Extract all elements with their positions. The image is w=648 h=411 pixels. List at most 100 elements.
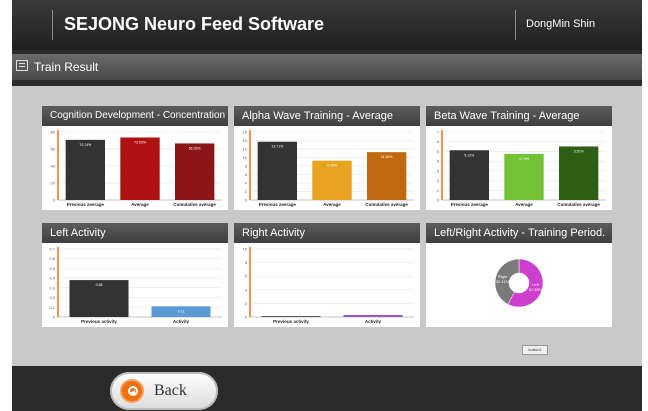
data-label: 9.25% — [327, 164, 337, 168]
x-tick-label: Previous average — [67, 202, 105, 207]
data-label: 66.53% — [189, 146, 201, 150]
y-tick-label: 60 — [51, 147, 56, 152]
bar — [366, 152, 407, 200]
x-tick-label: Average — [515, 202, 533, 207]
subheader-bar: Train Result — [12, 54, 642, 80]
y-tick-label: 8 — [245, 164, 248, 169]
bar — [343, 314, 403, 317]
chart-panel-beta: Beta Wave Training - Average 0 1 2 3 4 5 6 7 5.1… — [426, 106, 612, 210]
x-tick-label: Previous activity — [81, 319, 117, 324]
data-label: 5.12% — [464, 153, 474, 157]
chart-title: Left/Right Activity - Training Period. — [426, 223, 612, 243]
small-button[interactable]: button1 — [522, 345, 548, 355]
result-icon — [16, 60, 28, 71]
beta-wave-chart: 0 1 2 3 4 5 6 7 5.12% Previous average 4.74% Averag… — [437, 130, 606, 207]
y-tick-label: 0 — [245, 198, 248, 203]
x-tick-label: Previous average — [451, 202, 489, 207]
app-header: SEJONG Neuro Feed Software DongMin Shin — [12, 0, 642, 50]
data-label: 11.26% — [381, 155, 393, 159]
left-right-pie-chart: Left57.59%Right42.41% — [494, 258, 544, 308]
x-tick-label: Cumulative average — [365, 202, 408, 207]
chart-panel-right-activity: Right Activity 0 2 4 6 8 10 Previous activity A… — [234, 223, 420, 327]
y-tick-label: 2 — [437, 178, 440, 183]
chart-title: Beta Wave Training - Average — [426, 106, 612, 126]
results-area: Cognition Development - Concentration 0 2… — [12, 86, 642, 366]
left-activity-chart: 0 0.1 0.2 0.3 0.4 0.5 0.6 0.7 0.38 Previous activ… — [49, 247, 222, 324]
y-tick-label: 8 — [245, 260, 248, 265]
chart-panel-left-right: Left/Right Activity - Training Period. L… — [426, 223, 612, 327]
chart-title: Right Activity — [234, 223, 420, 243]
data-label: 73.53% — [134, 140, 146, 144]
x-tick-label: Cumulative average — [173, 202, 216, 207]
x-tick-label: Average — [323, 202, 341, 207]
header-divider — [515, 10, 516, 40]
x-tick-label: Activity — [173, 319, 190, 324]
y-tick-label: 0.7 — [49, 247, 55, 252]
y-tick-label: 1 — [437, 188, 440, 193]
y-tick-label: 2 — [245, 189, 248, 194]
y-tick-label: 0.3 — [49, 285, 55, 290]
bar — [257, 141, 298, 200]
bar — [449, 150, 490, 200]
bar — [174, 143, 215, 200]
slice-value: 57.59% — [529, 287, 543, 292]
y-tick-label: 0.5 — [49, 266, 55, 271]
y-tick-label: 0 — [53, 315, 56, 320]
data-label: 70.74% — [79, 143, 91, 147]
bar — [65, 139, 106, 200]
y-tick-label: 0.1 — [49, 305, 55, 310]
bar — [120, 137, 160, 200]
y-tick-label: 4 — [245, 287, 248, 292]
header-divider — [52, 10, 53, 40]
y-tick-label: 12 — [243, 147, 248, 152]
data-label: 4.74% — [519, 157, 529, 161]
y-tick-label: 4 — [437, 159, 440, 164]
app-window: SEJONG Neuro Feed Software DongMin Shin … — [12, 0, 642, 411]
page-title: Train Result — [34, 60, 99, 74]
y-tick-label: 0.2 — [49, 295, 55, 300]
chart-panel-left-activity: Left Activity 0 0.1 0.2 0.3 0.4 0.5 0.6 0.7 0.38… — [42, 223, 228, 327]
data-label: 0.11 — [178, 309, 185, 313]
chart-title: Cognition Development - Concentration — [42, 106, 228, 126]
y-tick-label: 40 — [51, 164, 56, 169]
alpha-wave-chart: 0 2 4 6 8 10 12 14 16 13.71% Previous average 9.25%… — [243, 130, 414, 207]
y-tick-label: 10 — [243, 247, 248, 252]
chart-title: Alpha Wave Training - Average — [234, 106, 420, 126]
x-tick-label: Cumulative average — [557, 202, 600, 207]
y-tick-label: 20 — [51, 181, 56, 186]
chart-panel-concentration: Cognition Development - Concentration 0 2… — [42, 106, 228, 210]
back-button[interactable]: Back — [110, 372, 218, 410]
concentration-chart: 0 20 40 60 80 70.74% Previous average 73.53% Ave… — [51, 130, 222, 207]
x-tick-label: Previous activity — [273, 319, 309, 324]
data-label: 0.38 — [96, 283, 103, 287]
chart-panel-alpha: Alpha Wave Training - Average 0 2 4 6 8 10 12 1… — [234, 106, 420, 210]
y-tick-label: 5 — [437, 149, 440, 154]
app-title: SEJONG Neuro Feed Software — [64, 14, 325, 34]
y-tick-label: 0 — [53, 198, 56, 203]
user-name[interactable]: DongMin Shin — [526, 18, 595, 30]
y-tick-label: 0 — [245, 315, 248, 320]
data-label: 13.71% — [271, 145, 283, 149]
footer-bar — [12, 366, 642, 411]
y-tick-label: 14 — [243, 138, 248, 143]
y-tick-label: 6 — [245, 274, 248, 279]
x-tick-label: Activity — [365, 319, 382, 324]
y-tick-label: 0.4 — [49, 276, 55, 281]
y-tick-label: 10 — [243, 155, 248, 160]
x-tick-label: Average — [131, 202, 149, 207]
data-label: 5.51% — [574, 149, 584, 153]
chart-title: Left Activity — [42, 223, 228, 243]
y-tick-label: 6 — [437, 139, 440, 144]
y-tick-label: 80 — [51, 130, 56, 135]
right-activity-chart: 0 2 4 6 8 10 Previous activity Activity — [243, 247, 414, 324]
slice-value: 42.41% — [496, 279, 510, 284]
back-arrow-icon — [120, 379, 144, 403]
back-button-label: Back — [154, 382, 187, 399]
x-tick-label: Previous average — [259, 202, 297, 207]
y-tick-label: 16 — [243, 130, 248, 135]
y-tick-label: 6 — [245, 172, 248, 177]
y-tick-label: 0 — [437, 198, 440, 203]
y-tick-label: 3 — [437, 168, 440, 173]
bar — [261, 316, 321, 317]
y-tick-label: 7 — [437, 130, 440, 135]
